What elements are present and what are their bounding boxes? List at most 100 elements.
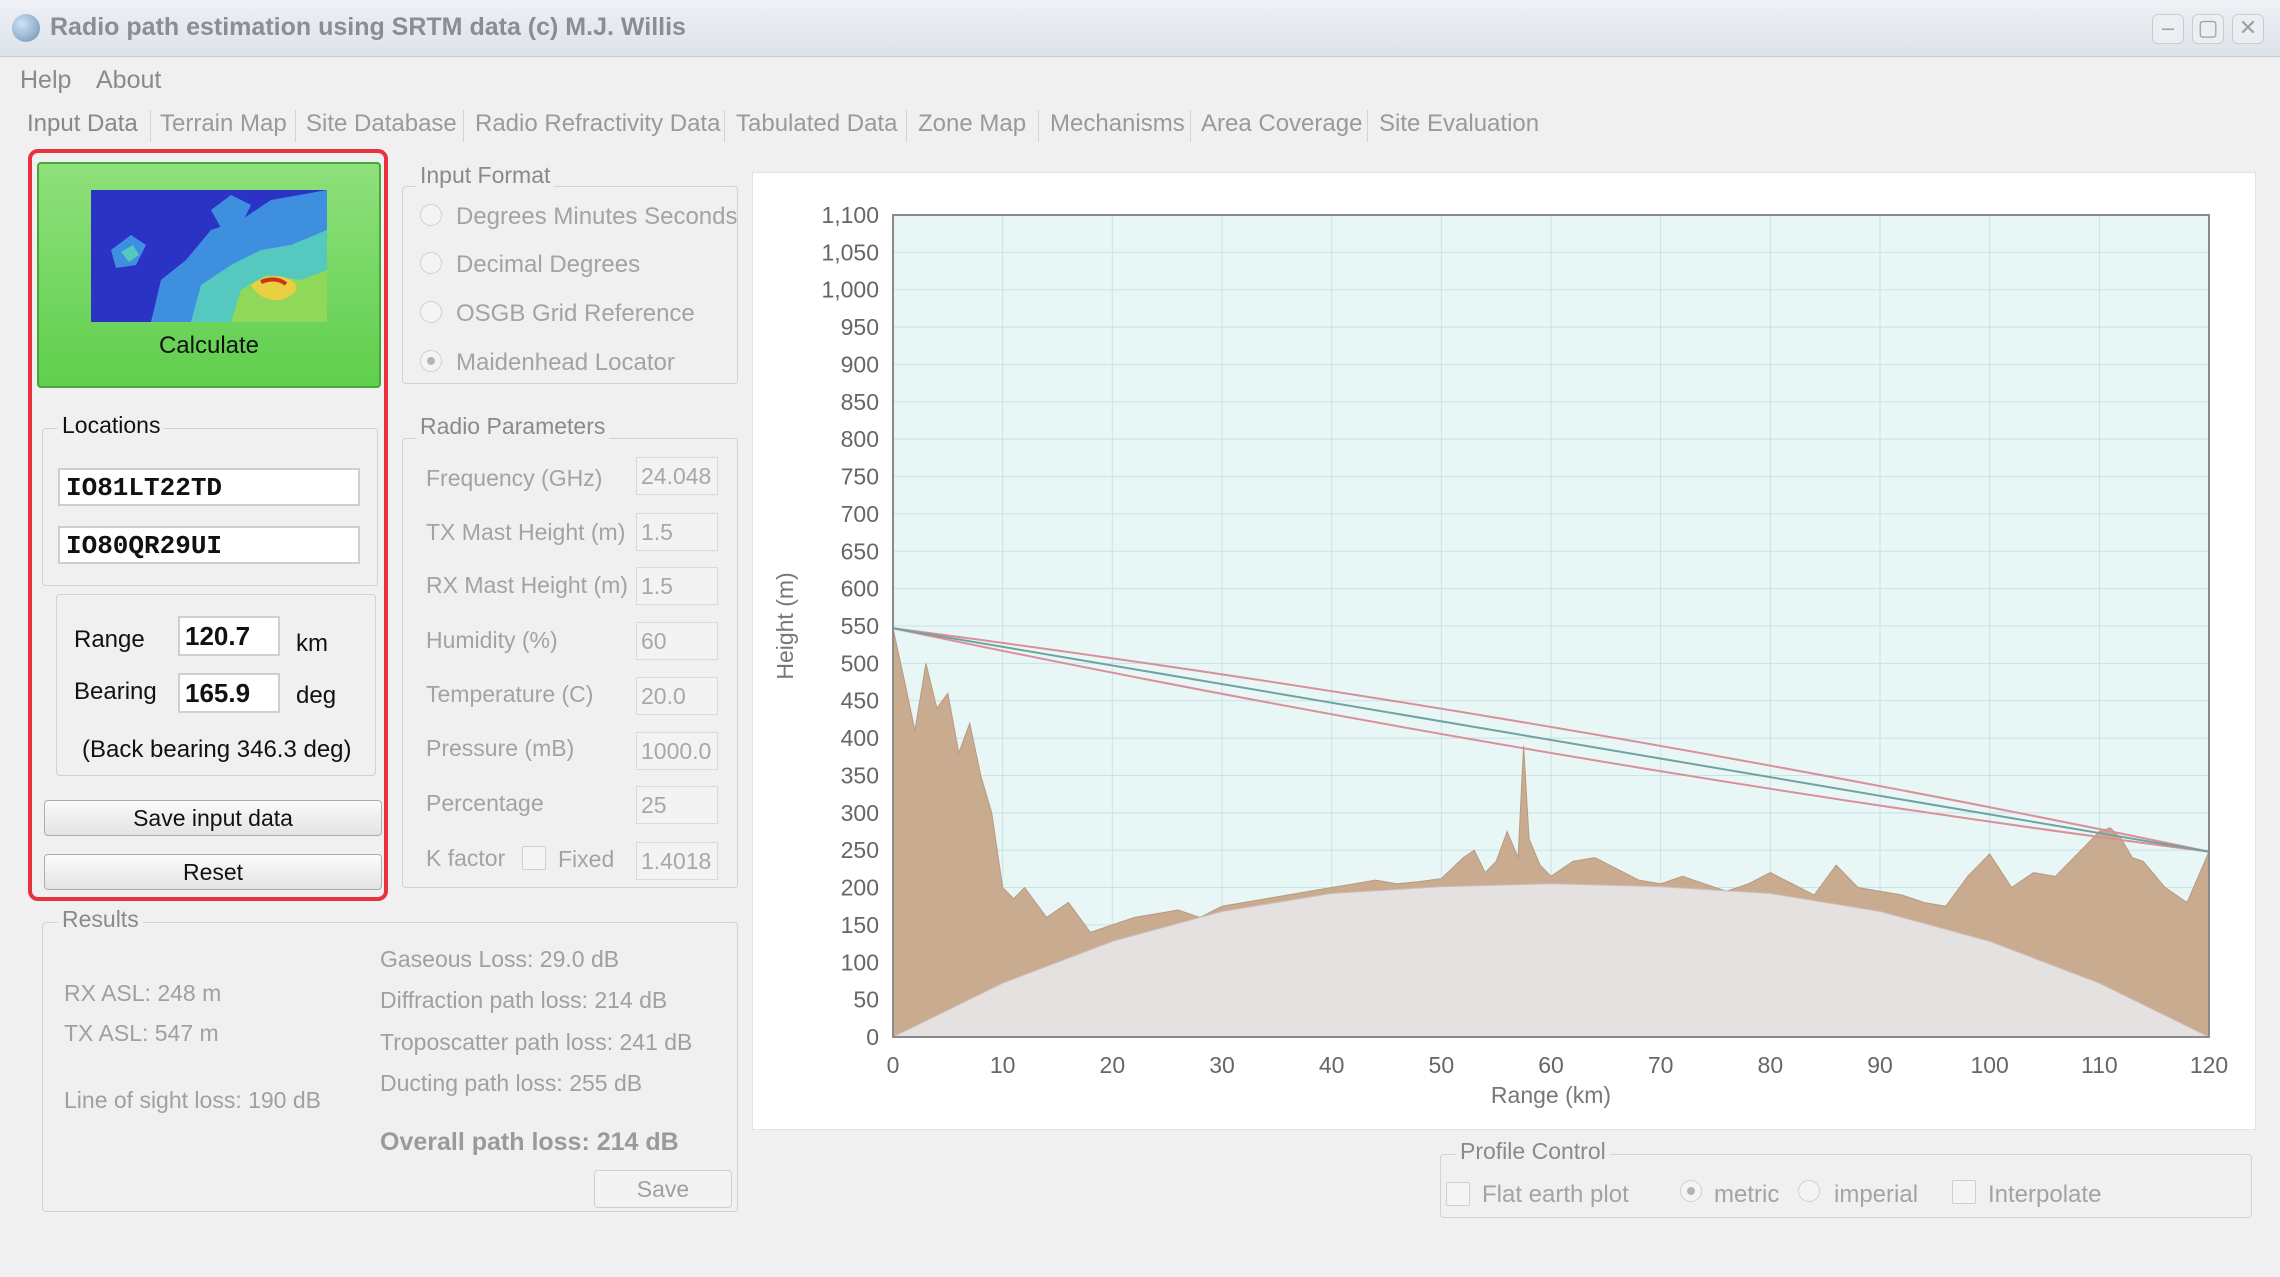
x-tick-label: 40: [1319, 1052, 1345, 1078]
tab-divider: [906, 110, 907, 142]
option-maidenhead-label: Maidenhead Locator: [456, 349, 675, 376]
y-tick-label: 1,000: [821, 277, 879, 303]
y-tick-label: 300: [841, 800, 879, 826]
fixed-checkbox[interactable]: [522, 846, 546, 870]
title-bar[interactable]: Radio path estimation using SRTM data (c…: [0, 0, 2280, 57]
tab-divider: [295, 110, 296, 142]
y-tick-label: 200: [841, 875, 879, 901]
y-tick-label: 750: [841, 464, 879, 490]
y-tick-label: 700: [841, 501, 879, 527]
kfactor-label: K factor: [426, 845, 506, 871]
gaseous-loss-text: Gaseous Loss: 29.0 dB: [380, 946, 620, 972]
radio-imperial[interactable]: [1798, 1180, 1820, 1202]
interpolate-checkbox[interactable]: [1952, 1180, 1976, 1204]
percentage-label: Percentage: [426, 790, 544, 816]
radio-parameters-title: Radio Parameters: [416, 413, 610, 440]
y-tick-label: 650: [841, 538, 879, 564]
profile-control-title: Profile Control: [1456, 1138, 1610, 1165]
y-tick-label: 1,050: [821, 239, 879, 265]
x-tick-label: 80: [1758, 1052, 1784, 1078]
input-format-title: Input Format: [416, 162, 555, 189]
rx-mast-field[interactable]: 1.5: [636, 567, 718, 605]
overall-loss-text: Overall path loss: 214 dB: [380, 1128, 679, 1156]
tx-mast-field[interactable]: 1.5: [636, 513, 718, 551]
y-tick-label: 550: [841, 613, 879, 639]
maximize-icon[interactable]: ▢: [2192, 14, 2224, 44]
menu-about[interactable]: About: [96, 66, 161, 95]
pressure-field[interactable]: 1000.0: [636, 732, 718, 770]
imperial-label: imperial: [1834, 1181, 1919, 1208]
temperature-field[interactable]: 20.0: [636, 677, 718, 715]
results-title: Results: [58, 906, 143, 933]
y-tick-label: 400: [841, 725, 879, 751]
flat-earth-label: Flat earth plot: [1482, 1181, 1629, 1208]
x-tick-label: 0: [887, 1052, 900, 1078]
x-tick-label: 110: [2081, 1052, 2118, 1078]
x-tick-label: 50: [1429, 1052, 1455, 1078]
tab-input-data[interactable]: Input Data: [27, 110, 138, 138]
humidity-label: Humidity (%): [426, 627, 558, 653]
save-button[interactable]: Save: [594, 1170, 732, 1208]
flat-earth-checkbox[interactable]: [1446, 1182, 1470, 1206]
radio-maidenhead[interactable]: [420, 350, 442, 372]
minimize-icon[interactable]: –: [2152, 14, 2184, 44]
y-tick-label: 50: [853, 987, 879, 1013]
ducting-loss-text: Ducting path loss: 255 dB: [380, 1070, 643, 1096]
los-loss-text: Line of sight loss: 190 dB: [64, 1087, 321, 1113]
tab-radio-refractivity[interactable]: Radio Refractivity Data: [475, 110, 720, 138]
y-tick-label: 500: [841, 650, 879, 676]
x-axis-label: Range (km): [1491, 1082, 1611, 1108]
frequency-field[interactable]: 24.048: [636, 457, 718, 495]
y-axis-label: Height (m): [772, 572, 798, 679]
tab-bar: Input Data Terrain Map Site Database Rad…: [0, 102, 2280, 146]
menu-help[interactable]: Help: [20, 66, 71, 95]
y-tick-label: 350: [841, 762, 879, 788]
x-tick-label: 30: [1209, 1052, 1235, 1078]
x-tick-label: 90: [1867, 1052, 1893, 1078]
tab-tabulated-data[interactable]: Tabulated Data: [736, 110, 897, 138]
path-profile-chart: 0 50 100 150 200 250 300 350 400 450 500 550 600 650 7…: [752, 172, 2256, 1130]
pressure-label: Pressure (mB): [426, 735, 575, 761]
tab-divider: [1367, 110, 1368, 142]
radio-metric[interactable]: [1680, 1180, 1702, 1202]
app-globe-icon: [12, 14, 40, 42]
metric-label: metric: [1714, 1181, 1780, 1208]
tab-area-coverage[interactable]: Area Coverage: [1201, 110, 1362, 138]
y-tick-label: 150: [841, 912, 879, 938]
kfactor-field[interactable]: 1.4018: [636, 842, 718, 880]
x-tick-label: 70: [1648, 1052, 1674, 1078]
window-title: Radio path estimation using SRTM data (c…: [50, 13, 686, 41]
radio-decimal[interactable]: [420, 252, 442, 274]
tab-divider: [724, 110, 725, 142]
tab-site-database[interactable]: Site Database: [306, 110, 457, 138]
y-tick-label: 800: [841, 426, 879, 452]
radio-dms[interactable]: [420, 204, 442, 226]
tab-divider: [150, 110, 151, 142]
y-tick-label: 100: [841, 949, 879, 975]
tab-site-evaluation[interactable]: Site Evaluation: [1379, 110, 1539, 138]
y-tick-label: 900: [841, 351, 879, 377]
tab-mechanisms[interactable]: Mechanisms: [1050, 110, 1185, 138]
x-tick-label: 100: [1970, 1052, 2008, 1078]
option-osgb-label: OSGB Grid Reference: [456, 300, 695, 327]
x-tick-label: 60: [1538, 1052, 1564, 1078]
radio-osgb[interactable]: [420, 301, 442, 323]
tx-mast-label: TX Mast Height (m): [426, 519, 626, 545]
tab-zone-map[interactable]: Zone Map: [918, 110, 1026, 138]
y-tick-label: 1,100: [821, 202, 879, 228]
tab-terrain-map[interactable]: Terrain Map: [160, 110, 287, 138]
x-tick-label: 120: [2190, 1052, 2228, 1078]
close-icon[interactable]: ✕: [2232, 14, 2264, 44]
app-window: Radio path estimation using SRTM data (c…: [0, 0, 2280, 1277]
y-tick-label: 250: [841, 837, 879, 863]
y-tick-label: 850: [841, 389, 879, 415]
humidity-field[interactable]: 60: [636, 622, 718, 660]
diffraction-loss-text: Diffraction path loss: 214 dB: [380, 987, 668, 1013]
interpolate-label: Interpolate: [1988, 1181, 2102, 1208]
fixed-label: Fixed: [558, 846, 615, 872]
temperature-label: Temperature (C): [426, 681, 594, 707]
percentage-field[interactable]: 25: [636, 786, 718, 824]
y-tick-label: 950: [841, 314, 879, 340]
frequency-label: Frequency (GHz): [426, 465, 603, 491]
x-tick-label: 10: [990, 1052, 1016, 1078]
